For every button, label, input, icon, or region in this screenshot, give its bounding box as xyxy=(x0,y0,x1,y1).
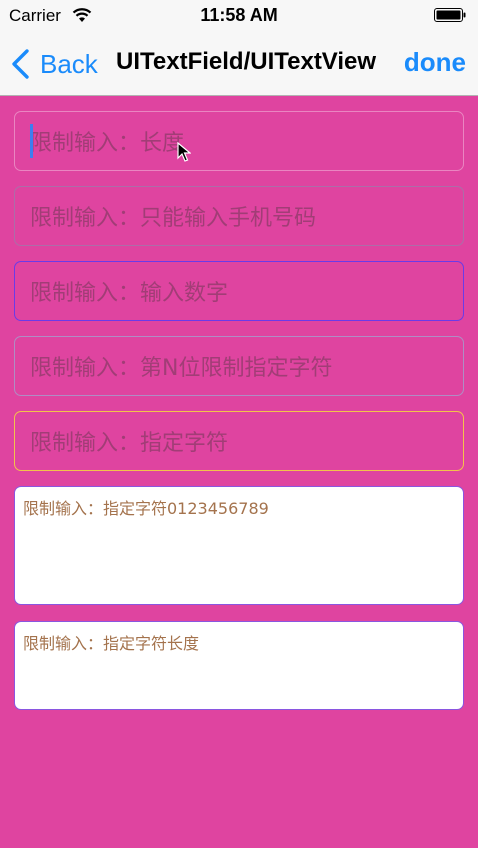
char-length-text-view[interactable]: 限制输入：指定字符长度 xyxy=(14,621,464,710)
chevron-left-icon xyxy=(12,49,29,79)
field-placeholder: 限制输入：第N位限制指定字符 xyxy=(30,356,333,381)
clock: 11:58 AM xyxy=(200,5,278,25)
done-button[interactable]: done xyxy=(404,47,466,78)
phone-number-field[interactable]: 限制输入：只能输入手机号码 xyxy=(14,186,464,246)
field-placeholder: 限制输入：指定字符 xyxy=(30,431,229,456)
text-view-content: 限制输入：指定字符0123456789 xyxy=(23,499,269,518)
length-limit-field[interactable]: 限制输入：长度 xyxy=(14,111,464,171)
mouse-pointer-icon xyxy=(177,142,191,162)
specified-chars-text-view[interactable]: 限制输入：指定字符0123456789 xyxy=(14,486,464,605)
page-title: UITextField/UITextView xyxy=(116,48,377,75)
back-label: Back xyxy=(40,48,98,79)
text-view-content: 限制输入：指定字符长度 xyxy=(23,634,200,653)
number-only-field[interactable]: 限制输入：输入数字 xyxy=(14,261,464,321)
specified-chars-field[interactable]: 限制输入：指定字符 xyxy=(14,411,464,471)
field-placeholder: 限制输入：长度 xyxy=(30,131,185,156)
field-placeholder: 限制输入：只能输入手机号码 xyxy=(30,206,317,231)
field-placeholder: 限制输入：输入数字 xyxy=(30,281,229,306)
navigation-bar: Back UITextField/UITextView done xyxy=(0,32,478,96)
battery-icon xyxy=(434,8,466,22)
text-caret xyxy=(30,124,33,158)
nth-char-limit-field[interactable]: 限制输入：第N位限制指定字符 xyxy=(14,336,464,396)
back-button[interactable]: Back xyxy=(10,46,98,82)
status-bar: Carrier 11:58 AM xyxy=(0,0,478,32)
